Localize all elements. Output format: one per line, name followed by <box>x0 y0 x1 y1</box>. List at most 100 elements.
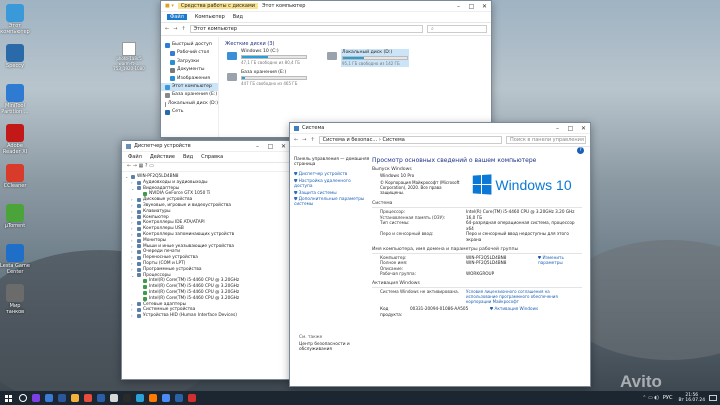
devmgr-menu: Файл Действие Вид Справка <box>122 152 290 163</box>
disk-tools-tab[interactable]: Средства работы с дисками <box>177 3 259 9</box>
tree-item[interactable]: › Устройства HID (Human Interface Devices… <box>125 313 287 319</box>
windows-start-icon <box>4 394 12 402</box>
taskbar-app-button[interactable] <box>172 392 185 405</box>
desktop-icon[interactable]: MiniTool Partition … <box>0 84 30 115</box>
menu-action[interactable]: Действие <box>150 154 175 160</box>
app-icon <box>18 394 27 402</box>
back-icon[interactable]: ← <box>165 26 169 32</box>
taskbar-app-button[interactable] <box>81 392 94 405</box>
up-icon[interactable]: ↑ <box>181 26 185 32</box>
help-icon[interactable]: ? <box>577 147 584 154</box>
monitor-icon[interactable]: ▭ <box>149 163 154 169</box>
taskbar-app-button[interactable] <box>94 392 107 405</box>
change-settings-link[interactable]: ⛊ Изменить параметры <box>538 255 582 265</box>
minimize-button[interactable]: – <box>551 125 564 132</box>
clock[interactable]: 21:56 Вт 16.07.24 <box>678 393 705 403</box>
expand-icon: ⌄ <box>131 272 135 278</box>
windows10-logo: Windows 10 <box>462 174 582 195</box>
desktop-icon[interactable]: CCleaner <box>0 164 30 189</box>
name-section-heading: Имя компьютера, имя домена и параметры р… <box>372 246 519 252</box>
drive-item[interactable]: База хранения (E:) 447 ГБ свободно из 465… <box>227 70 307 86</box>
license-terms-link[interactable]: Условия лицензионного соглашения на испо… <box>466 289 582 304</box>
menu-help[interactable]: Справка <box>201 154 223 160</box>
taskbar-app-button[interactable] <box>185 392 198 405</box>
taskbar-app-button[interactable] <box>120 392 133 405</box>
sidebar-item[interactable]: Документы <box>161 66 218 74</box>
taskbar-app-button[interactable] <box>29 392 42 405</box>
close-button[interactable]: ✕ <box>577 125 590 132</box>
menu-file[interactable]: Файл <box>128 154 142 160</box>
help-icon[interactable]: ? <box>145 163 148 169</box>
link-advanced-settings[interactable]: ⛊ Дополнительные параметры системы <box>294 197 370 207</box>
maximize-button[interactable]: □ <box>264 143 277 150</box>
notification-icon[interactable] <box>709 395 717 401</box>
close-button[interactable]: ✕ <box>478 3 491 10</box>
properties-icon[interactable]: ▦ <box>139 163 144 169</box>
control-panel-search[interactable]: Поиск в панели управления <box>506 136 586 144</box>
desktop-icon-label: Speccy <box>6 63 24 69</box>
info-key: Перо и сенсорный ввод: <box>380 231 434 237</box>
search-input[interactable]: ⌕ <box>427 25 487 33</box>
system-main: Просмотр основных сведений о вашем компь… <box>372 157 582 317</box>
taskbar-app-button[interactable] <box>146 392 159 405</box>
app-icon <box>44 394 53 402</box>
desktop-icon[interactable]: Lesta Game Center <box>0 244 30 275</box>
start-button[interactable] <box>0 392 16 405</box>
desktop-file-label: photo-1a8c5 warm-ft-…753_1920-1080 <box>113 56 145 71</box>
maximize-button[interactable]: □ <box>465 3 478 10</box>
tab-view[interactable]: Вид <box>233 14 243 20</box>
taskbar-app-button[interactable] <box>107 392 120 405</box>
link-device-manager[interactable]: ⛊ Диспетчер устройств <box>294 171 370 178</box>
sidebar-item[interactable]: База хранения (E:) <box>161 91 218 99</box>
tab-file[interactable]: Файл <box>167 14 187 20</box>
sidebar-item[interactable]: Изображения <box>161 75 218 83</box>
drive-item[interactable]: Локальный диск (D:) 95,1 ГБ свободно из 1… <box>327 49 409 67</box>
tray-icons[interactable]: ⌃ ▭ ◖) <box>642 395 659 401</box>
security-center-link[interactable]: Центр безопасности и обслуживания <box>299 342 369 352</box>
forward-icon[interactable]: → <box>302 137 306 143</box>
up-icon[interactable]: ↑ <box>310 137 314 143</box>
taskbar-app-button[interactable] <box>16 392 29 405</box>
desktop-icon[interactable]: µTorrent <box>0 204 30 229</box>
language-indicator[interactable]: РУС <box>663 395 673 401</box>
sidebar-item[interactable]: Рабочий стол <box>161 49 218 57</box>
menu-view[interactable]: Вид <box>183 154 193 160</box>
link-system-protection[interactable]: ⛊ Защита системы <box>294 190 370 197</box>
back-icon[interactable]: ← <box>294 137 298 143</box>
sidebar-item[interactable]: Этот компьютер <box>161 83 218 92</box>
sidebar-item[interactable]: Загрузки <box>161 58 218 66</box>
taskbar-app-button[interactable] <box>68 392 81 405</box>
address-bar[interactable]: Этот компьютер <box>189 25 423 33</box>
minimize-button[interactable]: – <box>452 3 465 10</box>
device-icon <box>137 198 141 203</box>
taskbar-app-button[interactable] <box>55 392 68 405</box>
drive-item[interactable]: Windows 10 (C:) 47,1 ГБ свободно из 80,4 … <box>227 49 307 65</box>
desktop-icon[interactable]: Мир танков <box>0 284 30 315</box>
tab-computer[interactable]: Компьютер <box>195 14 225 20</box>
link-remote-access[interactable]: ⛊ Настройка удаленного доступа <box>294 179 370 189</box>
activate-windows-link[interactable]: ⛊ Активация Windows <box>490 306 538 317</box>
sidebar-item[interactable]: Быстрый доступ <box>161 41 218 49</box>
system-breadcrumb[interactable]: Система и безопас… › Система <box>318 136 502 144</box>
desktop-icon[interactable]: Adobe Reader XI <box>0 124 30 155</box>
drive-usage-fill <box>242 56 269 58</box>
desktop-icon[interactable]: Этот компьютер <box>0 4 30 35</box>
maximize-button[interactable]: □ <box>564 125 577 132</box>
minimize-button[interactable]: – <box>251 143 264 150</box>
system-heading: Просмотр основных сведений о вашем компь… <box>372 157 537 164</box>
sidebar-item-label: Документы <box>177 67 205 73</box>
forward-icon[interactable]: → <box>133 163 137 169</box>
desktop-icon[interactable]: Speccy <box>0 44 30 69</box>
taskbar-app-button[interactable] <box>133 392 146 405</box>
app-icon <box>6 4 24 22</box>
back-icon[interactable]: ← <box>127 163 131 169</box>
sidebar-item[interactable]: Локальный диск (D:) <box>161 100 218 108</box>
sidebar-item[interactable]: Сеть <box>161 108 218 116</box>
desktop-file[interactable]: photo-1a8c5 warm-ft-…753_1920-1080 <box>112 42 146 71</box>
taskbar-app-button[interactable] <box>159 392 172 405</box>
forward-icon[interactable]: → <box>173 26 177 32</box>
taskbar-app-button[interactable] <box>42 392 55 405</box>
cp-home-link[interactable]: Панель управления — домашняя страница <box>294 157 370 167</box>
quick-access-icons[interactable]: ■ ▾ <box>165 3 174 9</box>
device-tree: ⌄ WIN-PF2Q5LD4BN8 › Аудиовходы и аудиовыход… <box>122 172 290 321</box>
